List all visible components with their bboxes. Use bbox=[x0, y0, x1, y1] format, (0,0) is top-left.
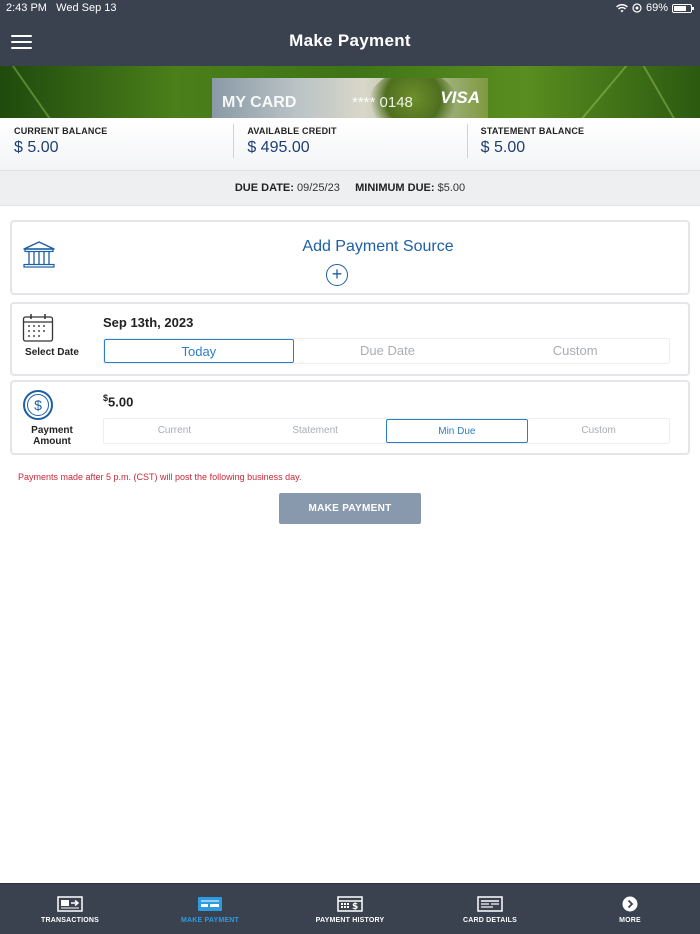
nav-label: PAYMENT HISTORY bbox=[315, 917, 385, 924]
date-option-selector: Today Due Date Custom bbox=[103, 338, 670, 364]
selected-date: Sep 13th, 2023 bbox=[103, 315, 194, 330]
calendar-icon bbox=[22, 314, 54, 342]
status-indicators: 69% bbox=[616, 2, 694, 14]
date-option-custom[interactable]: Custom bbox=[481, 339, 669, 363]
nav-payment-history[interactable]: $ PAYMENT HISTORY bbox=[280, 884, 420, 934]
payment-history-icon: $ bbox=[337, 896, 363, 912]
transactions-icon bbox=[57, 896, 83, 912]
date-option-due-date[interactable]: Due Date bbox=[294, 339, 482, 363]
nav-card-details[interactable]: CARD DETAILS bbox=[420, 884, 560, 934]
status-time-text: 2:43 PM bbox=[6, 2, 47, 14]
card-payment-icon bbox=[198, 897, 222, 911]
amount-option-current[interactable]: Current bbox=[104, 419, 245, 443]
payment-source-panel[interactable]: Add Payment Source + bbox=[10, 220, 690, 295]
amount-number: 5.00 bbox=[108, 394, 134, 410]
card-number: **** 0148 bbox=[352, 94, 413, 111]
nav-label: TRANSACTIONS bbox=[40, 917, 99, 924]
amount-option-min-due[interactable]: Min Due bbox=[385, 419, 529, 443]
nav-transactions[interactable]: TRANSACTIONS bbox=[0, 884, 140, 934]
page-title: Make Payment bbox=[289, 31, 411, 50]
app-header: 2:43 PM Wed Sep 13 69% Make Payment bbox=[0, 0, 700, 66]
min-due-label: MINIMUM DUE: bbox=[355, 182, 435, 194]
posting-notice: Payments made after 5 p.m. (CST) will po… bbox=[18, 472, 302, 482]
amount-option-statement[interactable]: Statement bbox=[245, 419, 386, 443]
statement-balance: STATEMENT BALANCE $ 5.00 bbox=[466, 118, 700, 170]
payment-amount-label: Payment Amount bbox=[31, 425, 73, 447]
balance-label: AVAILABLE CREDIT bbox=[247, 126, 337, 136]
visa-logo: VISA bbox=[440, 88, 480, 107]
dollar-icon: $ bbox=[23, 390, 53, 420]
amount-option-custom[interactable]: Custom bbox=[528, 419, 669, 443]
available-credit: AVAILABLE CREDIT $ 495.00 bbox=[233, 118, 466, 170]
wifi-icon bbox=[616, 3, 628, 12]
card-details-icon bbox=[477, 896, 503, 912]
plus-circle-icon[interactable]: + bbox=[326, 264, 348, 286]
status-date-text: Wed Sep 13 bbox=[56, 2, 117, 14]
balance-value: $ 5.00 bbox=[480, 139, 526, 156]
payment-amount-value: $5.00 bbox=[103, 393, 133, 409]
bottom-nav: TRANSACTIONS MAKE PAYMENT $ PAYMENT HIST… bbox=[0, 883, 700, 934]
battery-percent: 69% bbox=[645, 2, 668, 14]
balance-summary: CURRENT BALANCE $ 5.00 AVAILABLE CREDIT … bbox=[0, 118, 700, 170]
more-icon bbox=[622, 896, 638, 912]
balance-value: $ 495.00 bbox=[247, 139, 310, 156]
select-date-panel: Select Date Sep 13th, 2023 Today Due Dat… bbox=[10, 302, 690, 376]
amount-option-selector: Current Statement Min Due Custom bbox=[103, 418, 670, 444]
current-balance: CURRENT BALANCE $ 5.00 bbox=[0, 118, 233, 170]
balance-label: CURRENT BALANCE bbox=[14, 126, 108, 136]
nav-label: MAKE PAYMENT bbox=[180, 917, 240, 924]
status-bar: 2:43 PM Wed Sep 13 69% bbox=[0, 0, 700, 18]
balance-label: STATEMENT BALANCE bbox=[480, 126, 585, 136]
min-due-value: $5.00 bbox=[437, 182, 466, 194]
balance-value: $ 5.00 bbox=[14, 139, 59, 156]
nav-make-payment[interactable]: MAKE PAYMENT bbox=[140, 884, 280, 934]
due-date-label: DUE DATE: bbox=[234, 182, 294, 194]
payment-amount-panel: $ Payment Amount $5.00 Current Statement… bbox=[10, 380, 690, 455]
card-banner: MY CARD **** 0148 VISA bbox=[0, 66, 700, 118]
due-date-value: 09/25/23 bbox=[297, 182, 340, 194]
due-info: DUE DATE: 09/25/23 MINIMUM DUE: $5.00 bbox=[0, 170, 700, 206]
card-name: MY CARD bbox=[222, 94, 297, 111]
add-payment-source-link[interactable]: Add Payment Source bbox=[12, 238, 688, 256]
location-lock-icon bbox=[632, 3, 642, 13]
make-payment-button[interactable]: MAKE PAYMENT bbox=[279, 493, 421, 524]
nav-more[interactable]: MORE bbox=[560, 884, 700, 934]
select-date-label: Select Date bbox=[25, 347, 79, 358]
battery-icon bbox=[672, 3, 694, 13]
nav-label: MORE bbox=[619, 917, 641, 924]
card-image[interactable]: MY CARD **** 0148 VISA bbox=[212, 78, 488, 118]
svg-text:$: $ bbox=[352, 902, 358, 912]
status-time: 2:43 PM Wed Sep 13 bbox=[6, 2, 116, 14]
nav-label: CARD DETAILS bbox=[463, 917, 517, 924]
date-option-today[interactable]: Today bbox=[104, 339, 294, 363]
